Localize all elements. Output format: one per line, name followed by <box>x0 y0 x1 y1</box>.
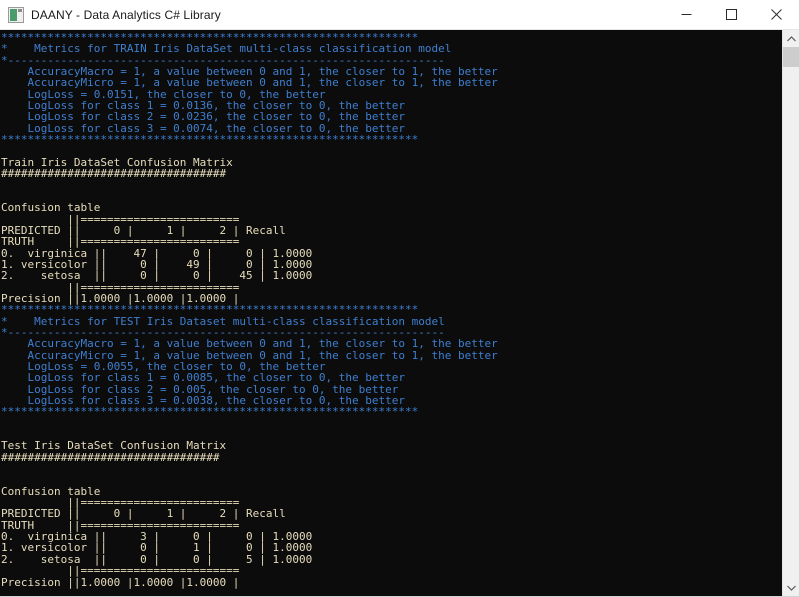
console-line: Precision ||1.0000 |1.0000 |1.0000 | <box>1 575 240 589</box>
console-line: ****************************************… <box>1 405 419 419</box>
console-line: ################################# <box>1 450 220 464</box>
console-line: * Metrics for TRAIN Iris DataSet multi-c… <box>1 42 452 56</box>
scroll-down-arrow[interactable] <box>783 579 799 596</box>
title-bar-left: DAANY - Data Analytics C# Library <box>0 6 664 23</box>
console-line: ****************************************… <box>1 303 419 317</box>
scrollbar-track[interactable] <box>783 47 799 579</box>
console-line: LogLoss for class 1 = 0.0085, the closer… <box>1 371 405 385</box>
scrollbar-thumb[interactable] <box>783 47 799 67</box>
scroll-up-arrow[interactable] <box>783 30 799 47</box>
console-line: Confusion table <box>1 201 101 215</box>
window-title: DAANY - Data Analytics C# Library <box>31 7 221 22</box>
console-line: ################################## <box>1 167 227 181</box>
vertical-scrollbar[interactable] <box>782 30 799 596</box>
minimize-button[interactable] <box>664 0 709 29</box>
console-app-icon <box>8 6 24 23</box>
console-line: 2. setosa || 0 | 0 | 45 | 1.0000 <box>1 269 313 283</box>
console-line: ||======================== <box>1 564 240 578</box>
console-line: AccuracyMacro = 1, a value between 0 and… <box>1 337 498 351</box>
console-body: ****************************************… <box>0 30 799 596</box>
console-line: TRUTH ||======================== <box>1 235 240 249</box>
title-bar[interactable]: DAANY - Data Analytics C# Library <box>0 0 799 30</box>
console-window: DAANY - Data Analytics C# Library ******… <box>0 0 800 597</box>
close-button[interactable] <box>754 0 799 29</box>
console-output[interactable]: ****************************************… <box>0 30 782 596</box>
maximize-button[interactable] <box>709 0 754 29</box>
window-controls <box>664 0 799 29</box>
console-line: ****************************************… <box>1 133 419 147</box>
